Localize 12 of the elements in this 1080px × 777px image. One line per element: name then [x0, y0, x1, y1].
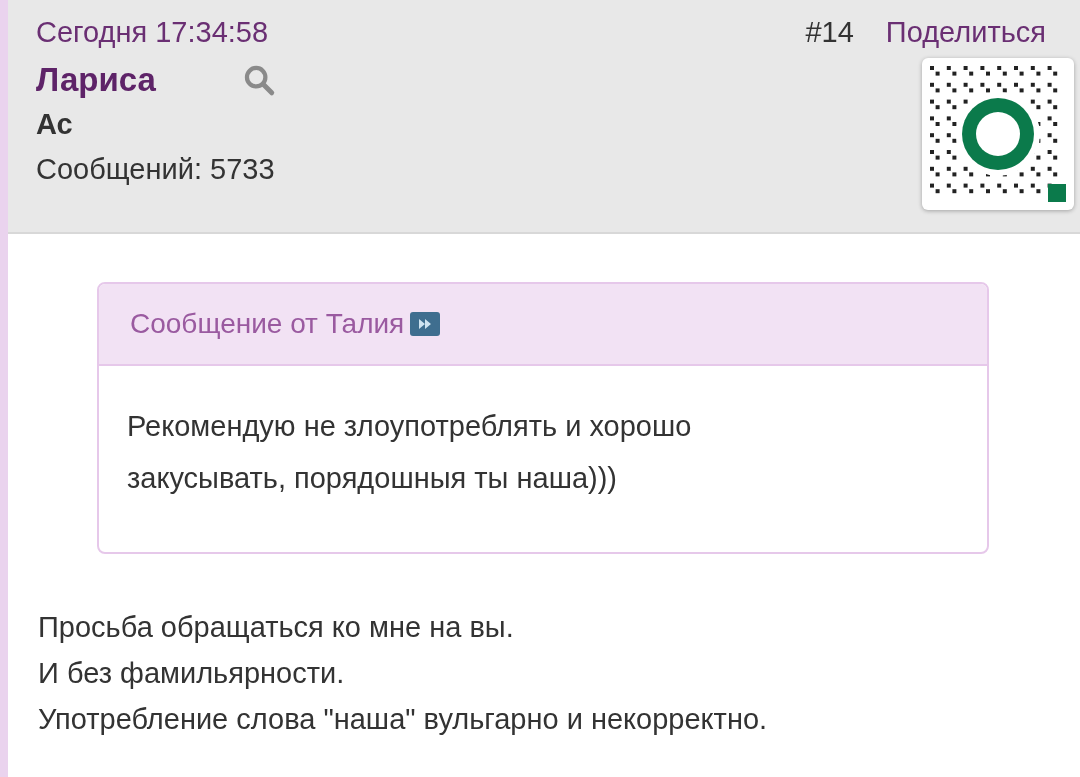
share-link[interactable]: Поделиться: [885, 12, 1046, 52]
quote-text: Рекомендую не злоупотреблять и хорошо закусывать, порядошныя ты наша))): [126, 409, 693, 496]
message-count: Сообщений: 5733: [36, 152, 276, 187]
message-line: Просьба обращаться ко мне на вы.: [38, 610, 515, 645]
post-date: Сегодня 17:34:58: [36, 15, 270, 50]
quote-author: Сообщение от Талия: [130, 308, 405, 340]
author-name[interactable]: Лариса: [36, 58, 156, 102]
post-number[interactable]: #14: [805, 12, 854, 52]
forward-icon[interactable]: [410, 312, 441, 336]
message-line: И без фамильярности.: [38, 656, 346, 691]
user-rank: Ас: [36, 107, 74, 142]
message-line: Употребление слова "наша" вульгарно и некорректно.: [38, 702, 769, 737]
